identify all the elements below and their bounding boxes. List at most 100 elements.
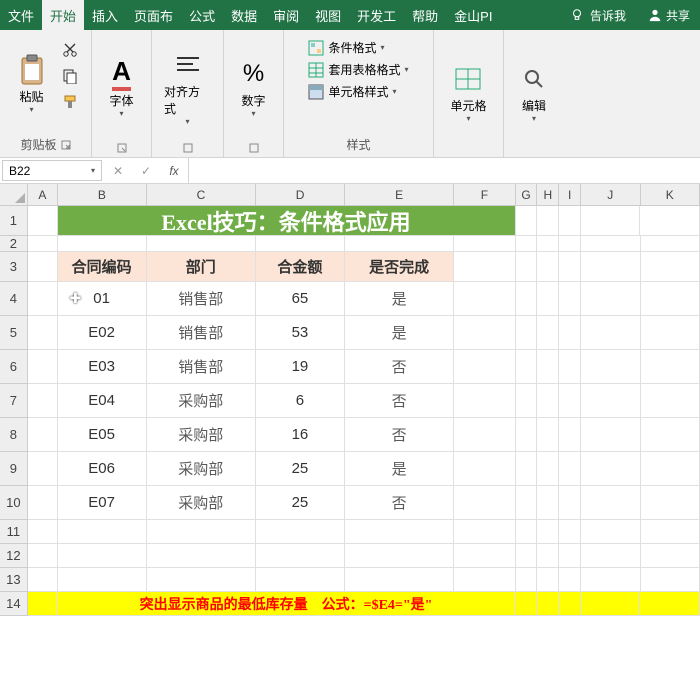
tell-me[interactable]: 告诉我	[558, 0, 638, 30]
data-cell[interactable]: 25	[256, 486, 345, 520]
data-cell[interactable]: 销售部	[147, 316, 256, 350]
row-header-10[interactable]: 10	[0, 486, 28, 520]
cell[interactable]	[516, 206, 538, 236]
data-cell[interactable]: 采购部	[147, 384, 256, 418]
tab-审阅[interactable]: 审阅	[265, 0, 307, 30]
cell[interactable]	[559, 206, 581, 236]
row-header-14[interactable]: 14	[0, 592, 28, 616]
tab-开发工[interactable]: 开发工	[349, 0, 404, 30]
col-header-F[interactable]: F	[454, 184, 515, 206]
col-header-E[interactable]: E	[345, 184, 454, 206]
fx-icon[interactable]: fx	[160, 164, 188, 178]
data-cell[interactable]: 01	[58, 282, 147, 316]
cell[interactable]	[516, 592, 538, 616]
cell[interactable]	[28, 544, 58, 568]
cell[interactable]	[28, 206, 58, 236]
cell[interactable]	[537, 592, 559, 616]
cell[interactable]	[516, 350, 538, 384]
cell[interactable]	[581, 316, 640, 350]
font-button[interactable]: A 字体 ▾	[100, 34, 144, 141]
row-header-2[interactable]: 2	[0, 236, 28, 252]
cell[interactable]	[537, 418, 559, 452]
tab-帮助[interactable]: 帮助	[404, 0, 446, 30]
data-cell[interactable]: 6	[256, 384, 345, 418]
cell[interactable]	[537, 282, 559, 316]
cell[interactable]	[516, 486, 538, 520]
dialog-launcher-icon[interactable]	[249, 143, 259, 153]
cell[interactable]	[454, 452, 515, 486]
data-cell[interactable]: 25	[256, 452, 345, 486]
cell[interactable]	[537, 568, 559, 592]
cell[interactable]	[454, 486, 515, 520]
row-header-1[interactable]: 1	[0, 206, 28, 236]
row-header-6[interactable]: 6	[0, 350, 28, 384]
cell[interactable]	[147, 568, 256, 592]
spreadsheet-grid[interactable]: ABCDEFGHIJK 1Excel技巧：条件格式应用23合同编码部门合金额是否…	[0, 184, 700, 616]
row-header-3[interactable]: 3	[0, 252, 28, 282]
select-all-corner[interactable]	[0, 184, 28, 206]
cell[interactable]	[28, 282, 58, 316]
col-header-G[interactable]: G	[516, 184, 538, 206]
row-header-8[interactable]: 8	[0, 418, 28, 452]
cell[interactable]	[28, 350, 58, 384]
data-cell[interactable]: 65	[256, 282, 345, 316]
data-cell[interactable]: E02	[58, 316, 147, 350]
tab-插入[interactable]: 插入	[84, 0, 126, 30]
cell[interactable]	[537, 544, 559, 568]
number-button[interactable]: % 数字 ▾	[232, 34, 276, 141]
cell[interactable]	[516, 418, 538, 452]
tab-金山PI[interactable]: 金山PI	[446, 0, 500, 30]
tab-开始[interactable]: 开始	[42, 0, 84, 30]
cell[interactable]	[454, 544, 515, 568]
cell[interactable]	[516, 520, 538, 544]
cell[interactable]	[581, 592, 641, 616]
cell[interactable]	[581, 520, 640, 544]
col-header-D[interactable]: D	[256, 184, 345, 206]
cell[interactable]	[256, 520, 345, 544]
dialog-launcher-icon[interactable]	[183, 143, 193, 153]
cell[interactable]	[559, 252, 581, 282]
col-header-H[interactable]: H	[537, 184, 559, 206]
cell[interactable]	[28, 236, 58, 252]
cell[interactable]	[581, 384, 640, 418]
cell[interactable]	[28, 252, 58, 282]
col-header-J[interactable]: J	[581, 184, 640, 206]
cell[interactable]	[454, 236, 515, 252]
col-header-A[interactable]: A	[28, 184, 58, 206]
row-header-13[interactable]: 13	[0, 568, 28, 592]
name-box[interactable]: ▾	[2, 160, 102, 181]
cell[interactable]	[147, 236, 256, 252]
cell[interactable]	[581, 350, 640, 384]
cell[interactable]	[581, 568, 640, 592]
cell[interactable]	[581, 418, 640, 452]
format-painter-button[interactable]	[58, 90, 82, 114]
cell[interactable]	[516, 544, 538, 568]
data-cell[interactable]: 采购部	[147, 486, 256, 520]
cell[interactable]	[559, 236, 581, 252]
cell[interactable]	[454, 520, 515, 544]
col-header-K[interactable]: K	[641, 184, 700, 206]
cell[interactable]	[641, 520, 700, 544]
cell[interactable]	[559, 418, 581, 452]
cell[interactable]	[641, 452, 700, 486]
cell[interactable]	[454, 568, 515, 592]
data-cell[interactable]: E05	[58, 418, 147, 452]
data-cell[interactable]: 是	[345, 282, 454, 316]
cell[interactable]	[581, 544, 640, 568]
cell[interactable]	[641, 236, 700, 252]
data-cell[interactable]: 否	[345, 486, 454, 520]
tab-页面布[interactable]: 页面布	[126, 0, 181, 30]
data-cell[interactable]: 16	[256, 418, 345, 452]
cell[interactable]	[559, 282, 581, 316]
cell[interactable]	[345, 544, 454, 568]
cell[interactable]	[454, 252, 515, 282]
cell[interactable]	[516, 452, 538, 486]
row-header-4[interactable]: 4	[0, 282, 28, 316]
cell[interactable]	[641, 486, 700, 520]
cell[interactable]	[454, 384, 515, 418]
cell[interactable]	[58, 568, 147, 592]
cell[interactable]	[454, 316, 515, 350]
cell[interactable]	[147, 544, 256, 568]
cell[interactable]	[537, 384, 559, 418]
cell[interactable]	[256, 544, 345, 568]
